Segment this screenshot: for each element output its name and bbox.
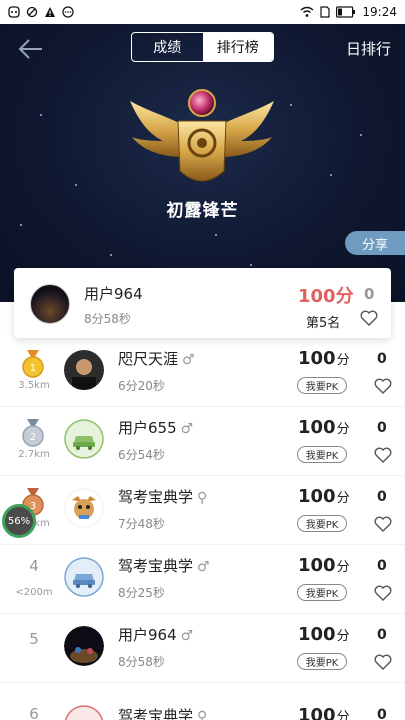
- user-name: 驾考宝典学 ⚲: [118, 705, 207, 720]
- likes-count: 0: [377, 707, 387, 720]
- pk-button[interactable]: 我要PK: [297, 653, 347, 670]
- hero-banner: 成绩 排行榜 日排行 初露锋芒 分享: [0, 24, 405, 302]
- avatar[interactable]: [30, 284, 70, 324]
- avatar[interactable]: [64, 350, 104, 390]
- notification-icon: [8, 6, 20, 18]
- likes-count: 0: [377, 558, 387, 574]
- pk-button[interactable]: 我要PK: [297, 515, 347, 532]
- user-name: 用户655 ♂: [118, 419, 194, 437]
- list-item[interactable]: 5 用户964 ♂ 8分58秒 100分 我要PK 0: [0, 614, 405, 683]
- back-arrow-icon[interactable]: [16, 36, 46, 62]
- pk-button[interactable]: 我要PK: [297, 446, 347, 463]
- exam-time: 6分20秒: [118, 379, 165, 393]
- avatar[interactable]: [64, 705, 104, 720]
- likes-count: 0: [377, 489, 387, 505]
- user-name: 咫尺天涯 ♂: [118, 350, 195, 368]
- female-icon: ⚲: [197, 490, 208, 506]
- user-name: 驾考宝典学 ♂: [118, 557, 210, 575]
- pk-button[interactable]: 我要PK: [297, 584, 347, 601]
- my-score: 100分: [298, 286, 354, 307]
- silver-medal-icon: 2: [22, 419, 44, 447]
- user-name: 驾考宝典学 ⚲: [118, 488, 208, 506]
- my-name: 用户964: [84, 285, 143, 303]
- heart-icon[interactable]: [360, 310, 378, 326]
- sync-icon: [26, 6, 38, 18]
- likes-count: 0: [377, 351, 387, 367]
- status-time: 19:24: [362, 5, 397, 19]
- progress-indicator[interactable]: 56%: [2, 504, 36, 538]
- heart-icon[interactable]: [374, 447, 392, 463]
- heart-icon[interactable]: [374, 654, 392, 670]
- exam-time: 6分54秒: [118, 448, 165, 462]
- male-icon: ♂: [180, 421, 194, 437]
- svg-text:2: 2: [30, 432, 36, 443]
- avatar[interactable]: [64, 626, 104, 666]
- battery-icon: [336, 6, 356, 18]
- my-rank-card: 用户964 8分58秒 100分 第5名 0: [14, 268, 391, 338]
- list-item[interactable]: 6 驾考宝典学 ⚲ 100分 0: [0, 683, 405, 720]
- svg-text:1: 1: [30, 363, 36, 374]
- user-name: 用户964 ♂: [118, 626, 194, 644]
- likes-count: 0: [377, 420, 387, 436]
- my-likes-count: 0: [364, 285, 375, 303]
- rank-number: 4: [29, 557, 39, 575]
- distance: 3.5km: [18, 380, 50, 391]
- score: 100分: [298, 624, 350, 645]
- list-item[interactable]: 1 3.5km 咫尺天涯 ♂ 6分20秒 100分 我要PK 0: [0, 338, 405, 407]
- exam-time: 7分48秒: [118, 517, 165, 531]
- gold-medal-icon: 1: [22, 350, 44, 378]
- list-item[interactable]: 4 <200m 驾考宝典学 ♂ 8分25秒 100分 我要PK 0: [0, 545, 405, 614]
- pk-button[interactable]: 我要PK: [297, 377, 347, 394]
- wifi-icon: [300, 6, 314, 17]
- avatar[interactable]: [64, 419, 104, 459]
- list-item[interactable]: 2 2.7km 用户655 ♂ 6分54秒 100分 我要PK 0: [0, 407, 405, 476]
- male-icon: ♂: [197, 559, 210, 575]
- more-icon: [62, 6, 74, 18]
- heart-icon[interactable]: [374, 516, 392, 532]
- daily-ranking-button[interactable]: 日排行: [346, 38, 391, 59]
- share-button[interactable]: 分享: [345, 231, 405, 255]
- rank-number: 6: [29, 705, 39, 720]
- exam-time: 8分58秒: [118, 655, 165, 669]
- rank-number: 5: [29, 630, 39, 648]
- female-icon: ⚲: [197, 709, 208, 720]
- status-bar: 19:24: [0, 0, 405, 24]
- score: 100分: [298, 417, 350, 438]
- heart-icon[interactable]: [374, 585, 392, 601]
- rank-badge-icon: [130, 89, 274, 182]
- rank-title: 初露锋芒: [166, 201, 239, 221]
- my-rank-position: 第5名: [306, 316, 341, 331]
- score: 100分: [298, 486, 350, 507]
- male-icon: ♂: [182, 352, 195, 368]
- male-icon: ♂: [180, 628, 194, 644]
- heart-icon[interactable]: [374, 378, 392, 394]
- likes-count: 0: [377, 627, 387, 643]
- avatar[interactable]: [64, 557, 104, 597]
- tab-leaderboard[interactable]: 排行榜: [202, 33, 273, 61]
- score: 100分: [298, 555, 350, 576]
- distance: <200m: [15, 587, 53, 598]
- list-item[interactable]: 3 1.3km 驾考宝典学⚲ 7分48秒 100分 我要PK 0: [0, 476, 405, 545]
- tab-switcher: 成绩 排行榜: [131, 32, 274, 62]
- my-time: 8分58秒: [84, 312, 131, 326]
- exam-time: 8分25秒: [118, 586, 165, 600]
- score: 100分: [298, 705, 350, 720]
- sim-icon: [320, 6, 331, 18]
- score: 100分: [298, 348, 350, 369]
- warning-icon: [45, 7, 55, 17]
- avatar[interactable]: [64, 488, 104, 528]
- tab-score[interactable]: 成绩: [132, 33, 203, 61]
- distance: 2.7km: [18, 449, 50, 460]
